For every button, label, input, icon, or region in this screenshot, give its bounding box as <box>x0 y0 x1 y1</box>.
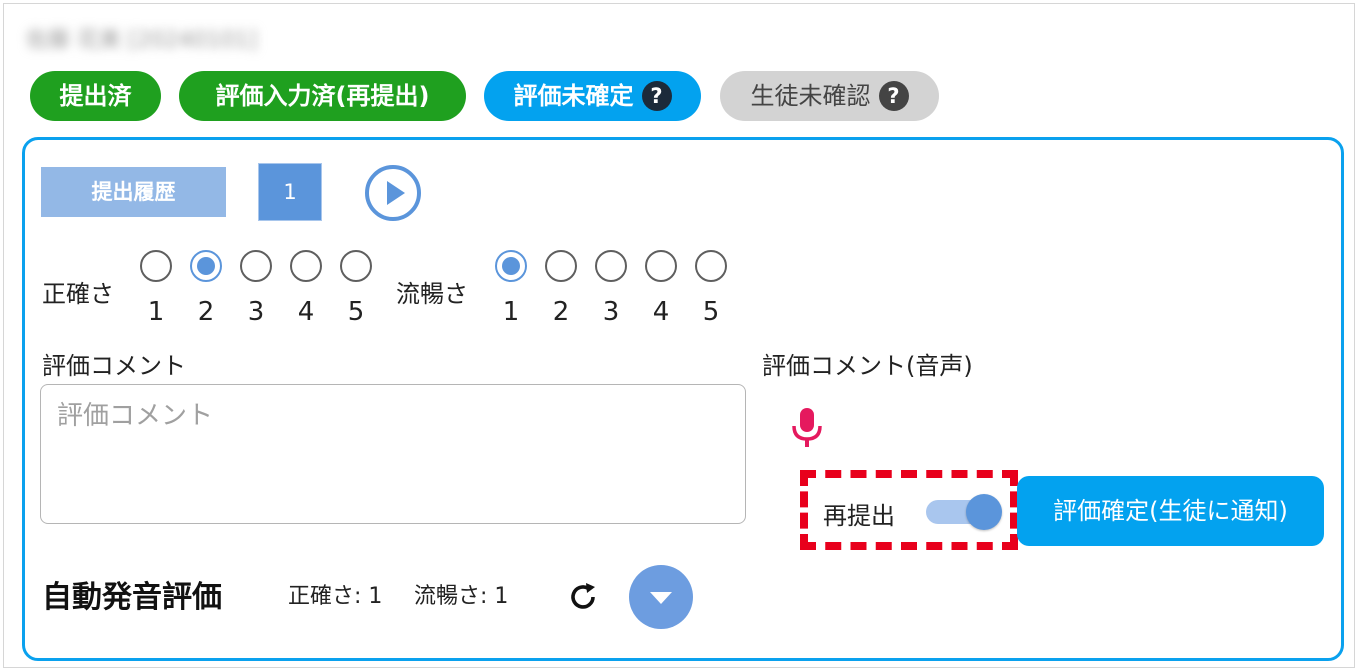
status-submitted-label: 提出済 <box>59 82 132 110</box>
fluency-radio-2[interactable] <box>545 250 577 282</box>
auto-eval-accuracy: 正確さ: 1 <box>288 584 383 609</box>
fluency-option-1: 1 <box>502 297 520 327</box>
fluency-label: 流暢さ <box>396 280 468 308</box>
comment-input[interactable] <box>40 384 746 524</box>
accuracy-option-5: 5 <box>347 297 365 327</box>
fluency-radio-1[interactable] <box>495 250 527 282</box>
student-name: 佐藤 花美 [20240101] <box>26 28 258 53</box>
accuracy-option-4: 4 <box>297 297 315 327</box>
status-evaluated-resubmit-pill: 評価入力済(再提出) <box>179 71 466 121</box>
fluency-option-4: 4 <box>652 297 670 327</box>
play-circle-icon[interactable] <box>364 164 422 222</box>
submission-history-button[interactable]: 提出履歴 <box>41 167 226 217</box>
status-unconfirmed-pill[interactable]: 評価未確定 ? <box>484 71 701 121</box>
question-icon[interactable]: ? <box>878 81 909 111</box>
accuracy-radio-3[interactable] <box>240 250 272 282</box>
status-student-unchecked-label: 生徒未確認 <box>750 82 871 110</box>
fluency-radio-4[interactable] <box>645 250 677 282</box>
toggle-knob <box>966 494 1002 530</box>
auto-eval-title: 自動発音評価 <box>42 580 222 615</box>
status-evaluated-label: 評価入力済(再提出) <box>215 82 430 110</box>
confirm-evaluation-button[interactable]: 評価確定(生徒に通知) <box>1017 476 1324 546</box>
accuracy-radio-4[interactable] <box>290 250 322 282</box>
status-submitted-pill: 提出済 <box>30 71 161 121</box>
voice-comment-label: 評価コメント(音声) <box>762 352 973 380</box>
chevron-down-circle-icon[interactable] <box>628 564 694 630</box>
resubmit-label: 再提出 <box>823 502 895 530</box>
microphone-icon[interactable] <box>790 406 824 450</box>
history-page-number[interactable]: 1 <box>258 163 322 221</box>
status-student-unchecked-pill[interactable]: 生徒未確認 ? <box>720 71 939 121</box>
fluency-option-3: 3 <box>602 297 620 327</box>
fluency-option-2: 2 <box>552 297 570 327</box>
status-unconfirmed-label: 評価未確定 <box>513 82 634 110</box>
resubmit-toggle[interactable] <box>926 494 1002 530</box>
accuracy-option-3: 3 <box>247 297 265 327</box>
auto-eval-fluency: 流暢さ: 1 <box>414 584 509 609</box>
refresh-icon[interactable] <box>566 580 600 614</box>
accuracy-radio-1[interactable] <box>140 250 172 282</box>
accuracy-radio-2[interactable] <box>190 250 222 282</box>
fluency-radio-5[interactable] <box>695 250 727 282</box>
fluency-option-5: 5 <box>702 297 720 327</box>
accuracy-radio-5[interactable] <box>340 250 372 282</box>
comment-label: 評価コメント <box>42 352 186 380</box>
fluency-radio-3[interactable] <box>595 250 627 282</box>
question-icon[interactable]: ? <box>641 81 672 111</box>
accuracy-label: 正確さ <box>42 280 114 308</box>
accuracy-option-2: 2 <box>197 297 215 327</box>
accuracy-option-1: 1 <box>147 297 165 327</box>
